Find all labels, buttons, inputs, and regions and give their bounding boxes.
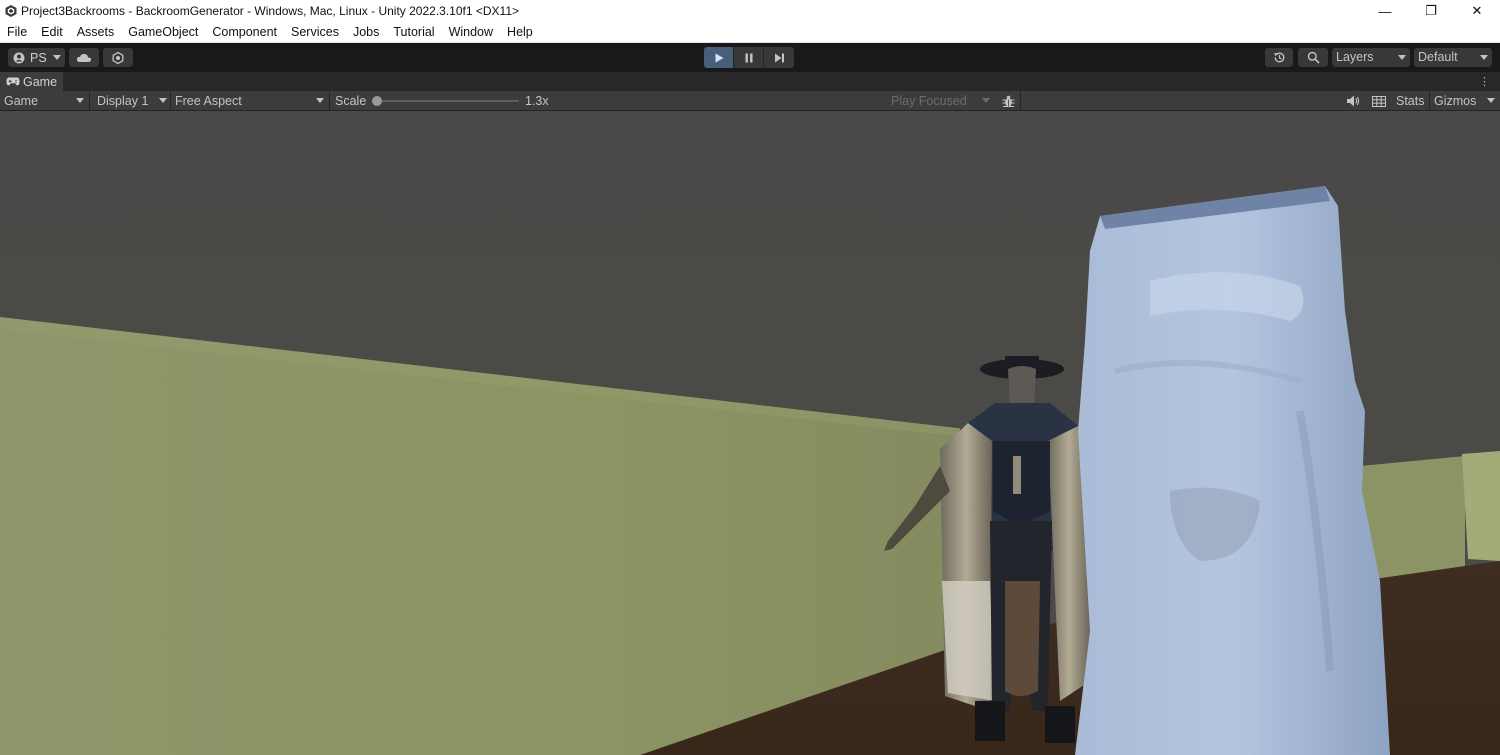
- far-wall-corner: [1462, 451, 1500, 561]
- aspect-dropdown[interactable]: Free Aspect: [171, 91, 329, 111]
- game-controller-icon: [6, 77, 20, 86]
- minimize-button[interactable]: —: [1362, 0, 1408, 22]
- play-button[interactable]: [704, 47, 734, 68]
- scale-value: 1.3x: [525, 94, 549, 108]
- account-label: PS: [30, 50, 47, 65]
- window-title: Project3Backrooms - BackroomGenerator - …: [21, 4, 519, 18]
- game-mode-dropdown[interactable]: Game: [0, 91, 88, 111]
- menu-edit[interactable]: Edit: [34, 22, 70, 43]
- chevron-down-icon: [982, 98, 990, 103]
- chevron-down-icon: [159, 98, 167, 103]
- menu-assets[interactable]: Assets: [70, 22, 122, 43]
- chevron-down-icon: [1398, 55, 1406, 60]
- search-icon: [1307, 51, 1320, 64]
- menu-jobs[interactable]: Jobs: [346, 22, 386, 43]
- grid-icon: [1372, 95, 1386, 107]
- layers-label: Layers: [1336, 50, 1374, 64]
- layout-dropdown[interactable]: Default: [1414, 48, 1492, 67]
- menu-file[interactable]: File: [0, 22, 34, 43]
- cloud-button[interactable]: [69, 48, 99, 67]
- bug-button[interactable]: [997, 91, 1019, 111]
- chevron-down-icon: [1480, 55, 1488, 60]
- game-controls-bar: Game Display 1 Free Aspect Scale 1.3x Pl…: [0, 91, 1500, 111]
- scale-label: Scale: [335, 94, 367, 108]
- game-scene: [0, 111, 1500, 755]
- layout-label: Default: [1418, 50, 1458, 64]
- chevron-down-icon: [316, 98, 324, 103]
- menu-bar: File Edit Assets GameObject Component Se…: [0, 22, 1500, 43]
- grid-toggle-button[interactable]: [1368, 91, 1390, 111]
- menu-gameobject[interactable]: GameObject: [121, 22, 205, 43]
- close-button[interactable]: ✕: [1454, 0, 1500, 22]
- play-controls: [704, 47, 794, 68]
- separator: [1020, 91, 1021, 111]
- account-dropdown[interactable]: PS: [8, 48, 65, 67]
- main-toolbar: PS Layers Default: [0, 43, 1500, 72]
- collab-button[interactable]: [103, 48, 133, 67]
- layers-dropdown[interactable]: Layers: [1332, 48, 1410, 67]
- display-dropdown[interactable]: Display 1: [90, 91, 170, 111]
- menu-tutorial[interactable]: Tutorial: [386, 22, 441, 43]
- aspect-label: Free Aspect: [175, 94, 242, 108]
- window-titlebar: Project3Backrooms - BackroomGenerator - …: [0, 0, 1500, 22]
- step-icon: [774, 53, 784, 62]
- gizmos-dropdown-arrow[interactable]: [1487, 98, 1495, 103]
- audio-icon: [1347, 95, 1360, 107]
- separator: [329, 91, 330, 111]
- cloud-icon: [76, 53, 92, 62]
- display-label: Display 1: [97, 94, 149, 108]
- tab-game-label: Game: [23, 74, 58, 89]
- play-focus-dropdown[interactable]: Play Focused: [886, 91, 996, 111]
- gizmos-toggle[interactable]: Gizmos: [1434, 91, 1476, 111]
- pause-button[interactable]: [734, 47, 764, 68]
- history-button[interactable]: [1265, 48, 1293, 67]
- menu-window[interactable]: Window: [442, 22, 500, 43]
- search-button[interactable]: [1298, 48, 1328, 67]
- play-icon: [715, 53, 723, 62]
- history-icon: [1273, 52, 1284, 63]
- account-icon: [13, 52, 25, 63]
- game-viewport[interactable]: [0, 111, 1500, 755]
- restore-button[interactable]: ❐: [1408, 0, 1454, 22]
- scale-slider-handle[interactable]: [372, 96, 382, 106]
- tab-game[interactable]: Game: [0, 72, 64, 91]
- play-focus-label: Play Focused: [891, 94, 967, 108]
- pause-icon: [745, 53, 752, 62]
- chevron-down-icon: [53, 55, 61, 60]
- bug-icon: [1002, 95, 1014, 107]
- stats-toggle[interactable]: Stats: [1396, 91, 1425, 111]
- kebab-menu-icon[interactable]: ⋮: [1479, 75, 1490, 88]
- unity-logo-icon: [5, 5, 17, 17]
- menu-help[interactable]: Help: [500, 22, 540, 43]
- collab-icon: [112, 51, 124, 64]
- menu-services[interactable]: Services: [284, 22, 346, 43]
- chevron-down-icon: [76, 98, 84, 103]
- game-mode-label: Game: [4, 94, 39, 108]
- step-button[interactable]: [764, 47, 794, 68]
- separator: [1429, 91, 1430, 111]
- panel-tabbar: Game ⋮: [0, 72, 1500, 91]
- scale-slider-track[interactable]: [377, 100, 519, 102]
- audio-mute-button[interactable]: [1342, 91, 1364, 111]
- menu-component[interactable]: Component: [205, 22, 284, 43]
